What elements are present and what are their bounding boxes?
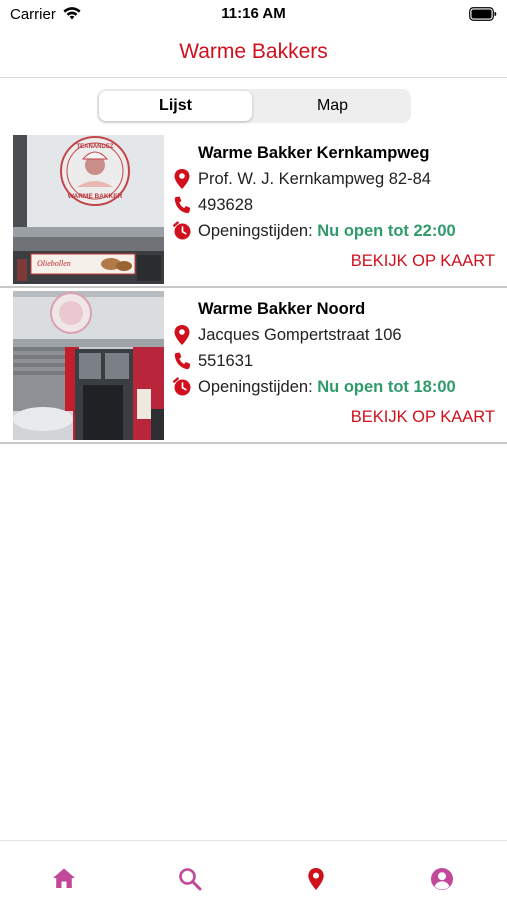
clock-icon [173, 377, 191, 396]
bakery-photo [13, 291, 164, 440]
list-item[interactable]: Warme Bakker Noord Jacques Gompertstraat… [0, 288, 507, 444]
segment-list[interactable]: Lijst [99, 91, 252, 121]
tab-map[interactable] [253, 841, 379, 900]
search-icon [179, 868, 202, 891]
bakery-photo: TEANANDEZ WARME BAKKER Oliebollen [13, 135, 164, 284]
sign-text-banner: Oliebollen [37, 259, 71, 268]
status-bar: Carrier 11:16 AM [0, 0, 507, 30]
hours-label: Openingstijden: [198, 222, 313, 240]
hours-status: Nu open tot 22:00 [317, 222, 456, 240]
list-item[interactable]: TEANANDEZ WARME BAKKER Oliebollen Warme … [0, 132, 507, 288]
phone-text: 551631 [198, 352, 254, 370]
address-text: Jacques Gompertstraat 106 [198, 326, 402, 344]
tab-home[interactable] [1, 841, 127, 900]
tab-search[interactable] [127, 841, 253, 900]
sign-text-top: TEANANDEZ [77, 144, 114, 150]
home-icon [53, 868, 75, 888]
bakery-name: Warme Bakker Kernkampweg [198, 144, 430, 162]
phone-text: 493628 [198, 196, 254, 214]
phone-icon [174, 196, 191, 214]
clock-icon [173, 221, 191, 240]
hours-label: Openingstijden: [198, 378, 313, 396]
location-pin-icon [174, 169, 190, 189]
hours-status: Nu open tot 18:00 [317, 378, 456, 396]
nav-header: Warme Bakkers [0, 30, 507, 78]
tab-bar [0, 840, 507, 900]
location-pin-icon [174, 325, 190, 345]
list-map-segmented-control: Lijst Map [97, 89, 411, 123]
view-on-map-link[interactable]: BEKIJK OP KAART [351, 408, 495, 427]
location-pin-icon [308, 868, 324, 890]
view-on-map-link[interactable]: BEKIJK OP KAART [351, 252, 495, 271]
profile-icon [431, 868, 453, 890]
status-time: 11:16 AM [221, 5, 286, 22]
segment-map[interactable]: Map [256, 91, 409, 121]
tab-profile[interactable] [379, 841, 505, 900]
page-title: Warme Bakkers [179, 40, 328, 63]
battery-icon [469, 7, 497, 21]
sign-text-main: WARME BAKKER [68, 193, 123, 200]
phone-icon [174, 352, 191, 370]
bakery-name: Warme Bakker Noord [198, 300, 366, 318]
address-text: Prof. W. J. Kernkampweg 82-84 [198, 170, 431, 188]
